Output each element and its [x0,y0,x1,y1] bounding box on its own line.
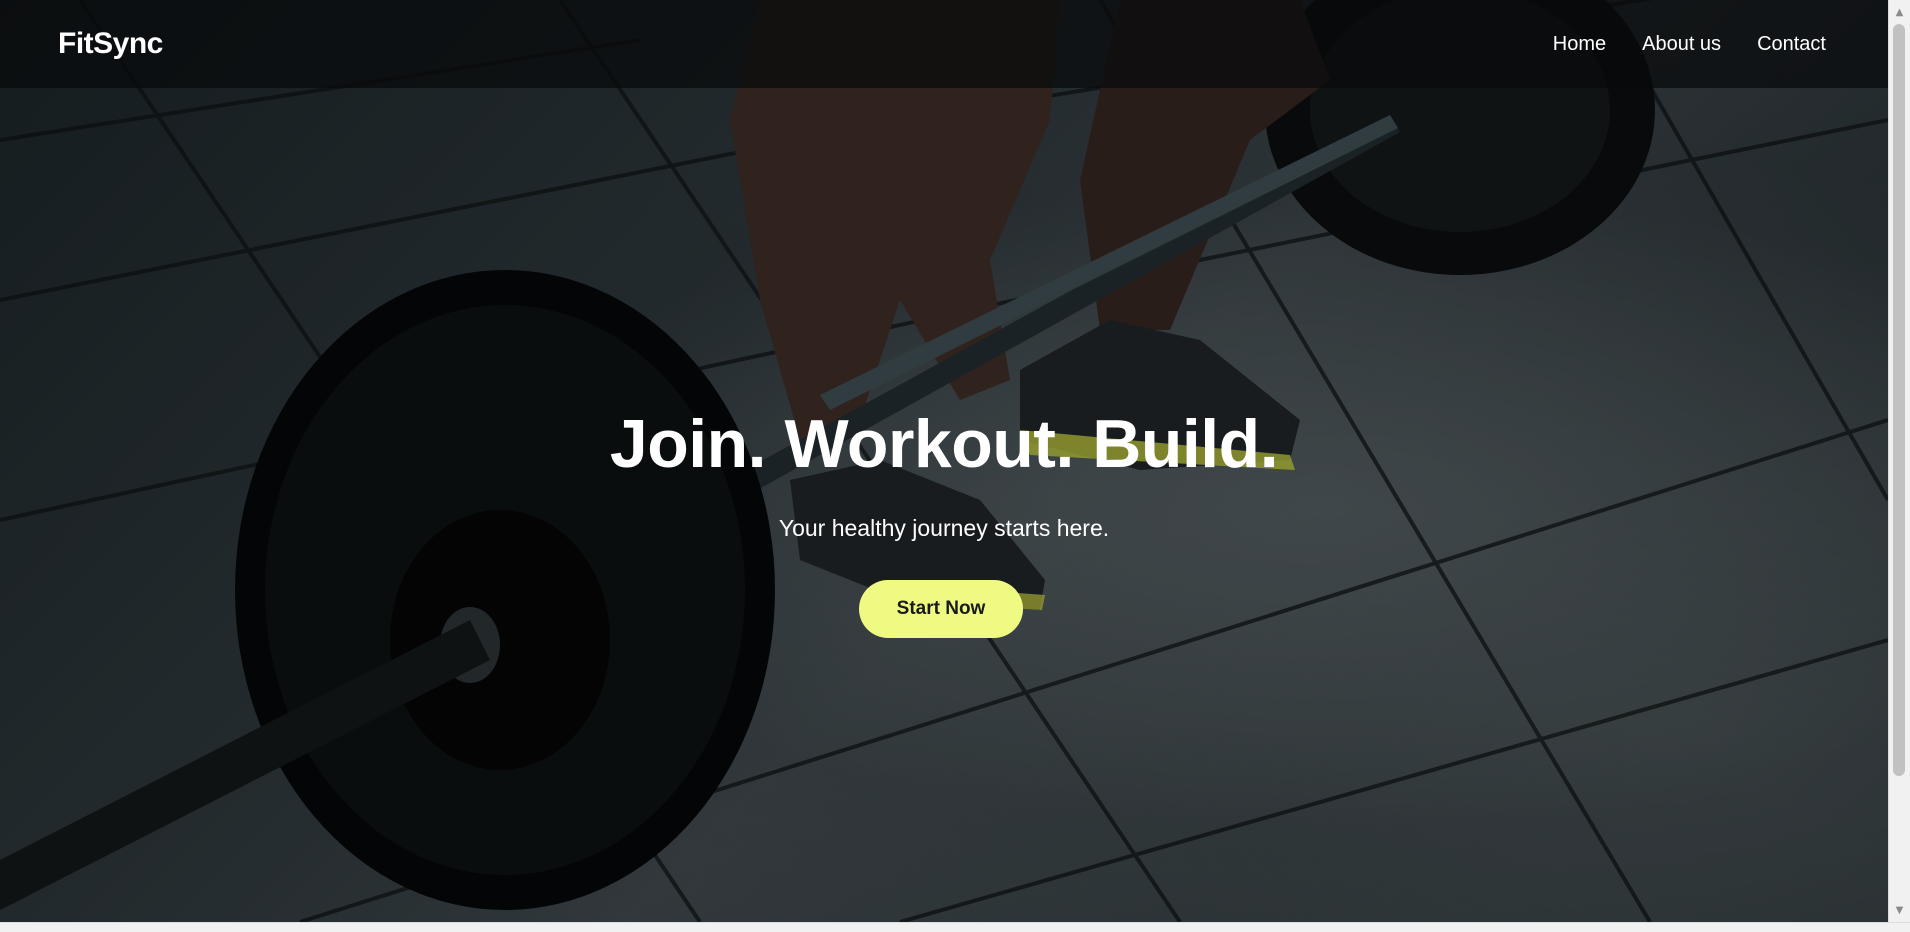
navbar: FitSync Home About us Contact [0,0,1888,88]
horizontal-scrollbar-track [0,922,1910,932]
nav-links: Home About us Contact [1553,33,1826,56]
hero-subtitle: Your healthy journey starts here. [778,515,1110,541]
hero-section: FitSync Home About us Contact Join. Work… [0,0,1888,922]
brand-logo[interactable]: FitSync [58,27,163,61]
nav-link-about-us[interactable]: About us [1642,33,1721,56]
triangle-up-icon[interactable]: ▲ [1889,2,1910,22]
hero-title: Join. Workout. Build. [609,406,1279,482]
nav-link-home[interactable]: Home [1553,33,1606,56]
hero-content: Join. Workout. Build. Your healthy journ… [0,0,1888,922]
browser-viewport: FitSync Home About us Contact Join. Work… [0,0,1910,932]
vertical-scrollbar[interactable]: ▲ ▼ [1888,0,1910,922]
scrollbar-thumb[interactable] [1893,24,1905,776]
triangle-down-icon[interactable]: ▼ [1889,900,1910,920]
nav-link-contact[interactable]: Contact [1757,33,1826,56]
start-now-button[interactable]: Start Now [859,580,1023,638]
